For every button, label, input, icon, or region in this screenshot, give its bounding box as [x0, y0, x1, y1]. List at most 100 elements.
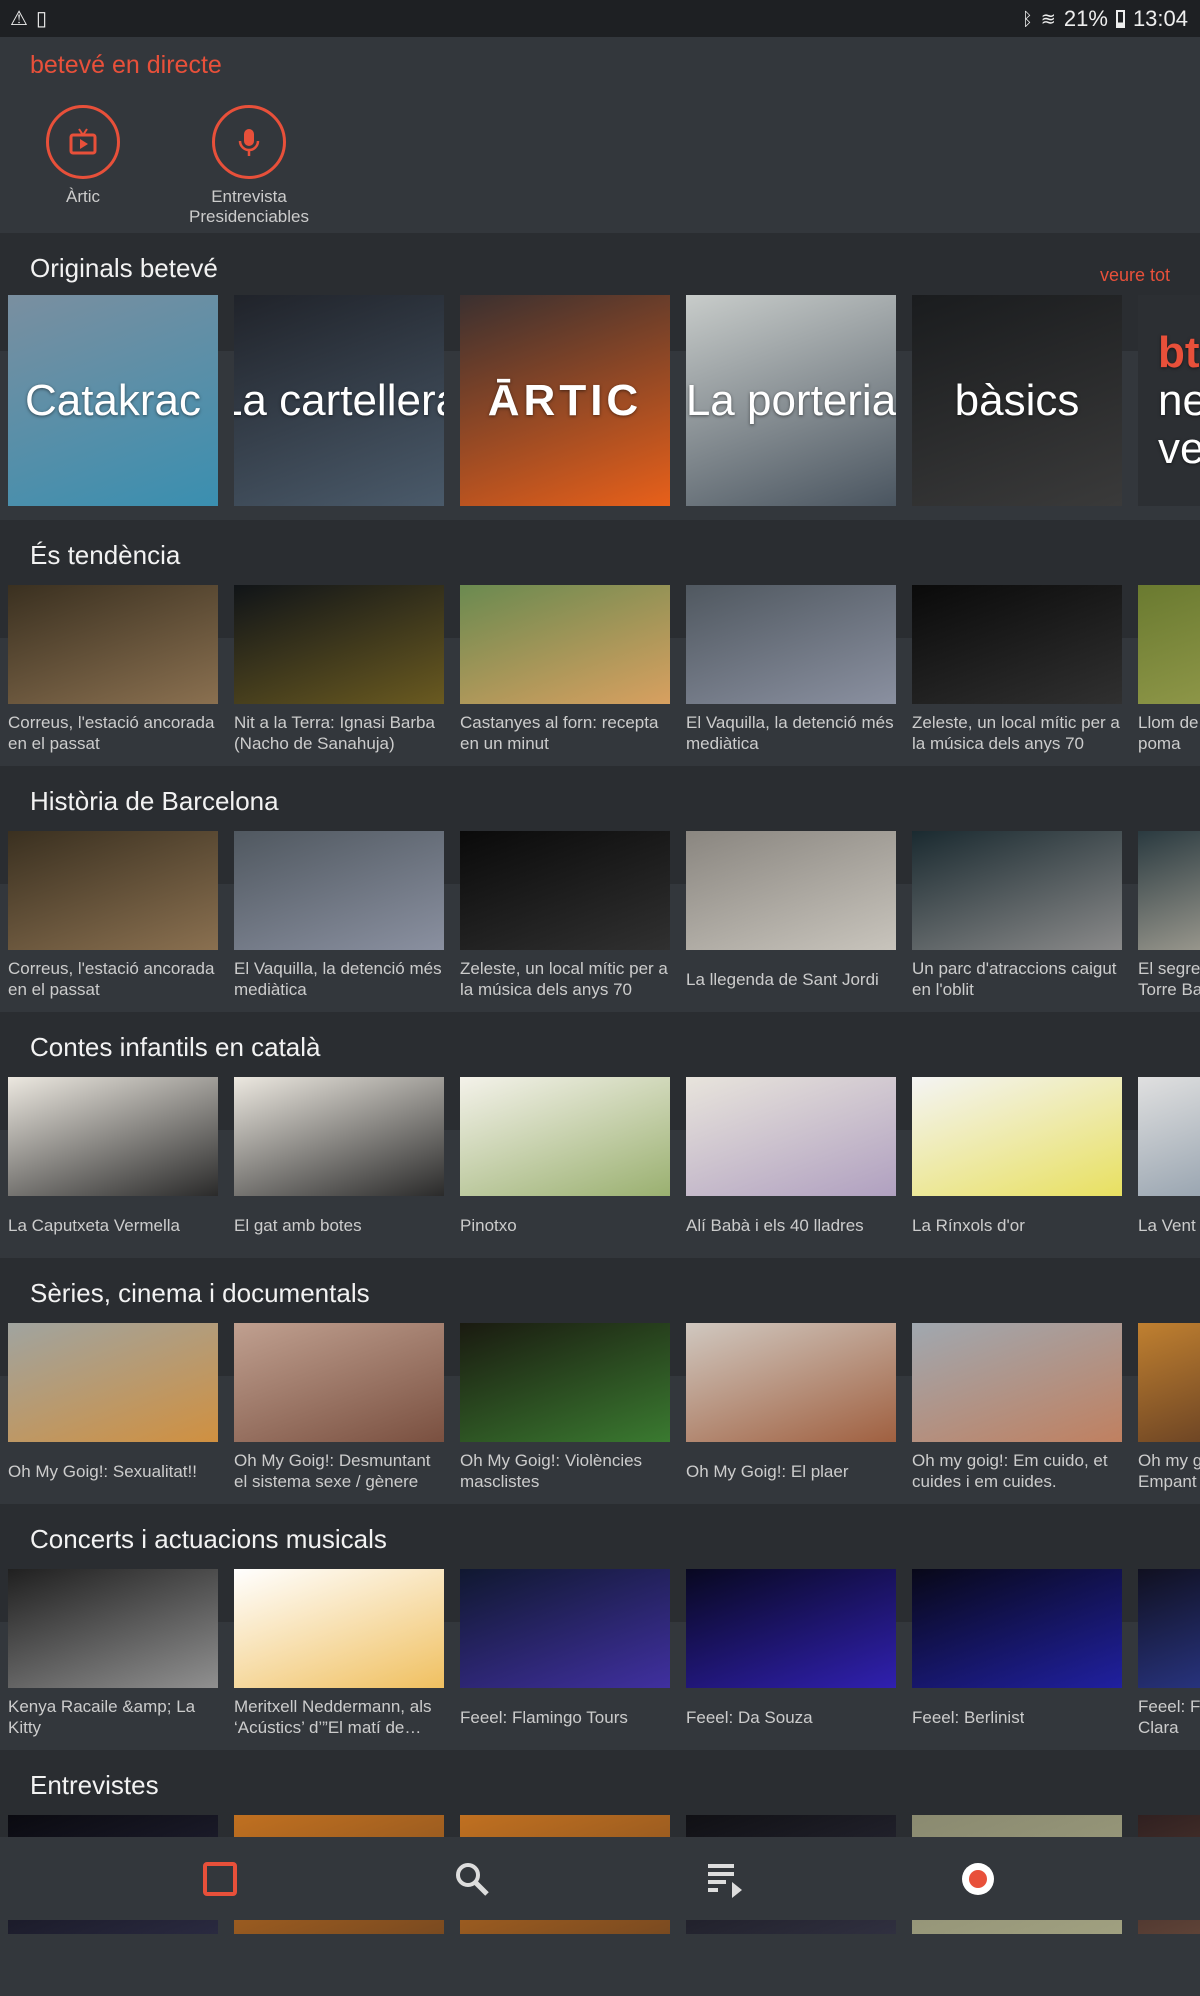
video-tile[interactable]: Correus, l'estació ancorada en el passat [8, 585, 218, 762]
thumbnail [686, 1569, 896, 1688]
original-tile[interactable]: Catakrac [8, 295, 218, 506]
tile-caption: Llom de poma [1138, 704, 1200, 762]
video-tile[interactable]: Pinotxo [460, 1077, 670, 1254]
tile-caption: Alí Babà i els 40 lladres [686, 1196, 896, 1254]
original-tile[interactable]: La porteria [686, 295, 896, 506]
video-tile[interactable]: Oh My Goig!: Desmuntant el sistema sexe … [234, 1323, 444, 1500]
video-tile[interactable]: El segre Torre Ba [1138, 831, 1200, 1008]
caption-text: Feeel: F Clara [1138, 1697, 1200, 1737]
video-tile[interactable]: Zeleste, un local mític per a la música … [912, 585, 1122, 762]
caption-text: Oh My Goig!: Violències masclistes [460, 1451, 643, 1491]
thumbnail [912, 1077, 1122, 1196]
section-title: Contes infantils en català [30, 1032, 321, 1062]
caption-text: Feeel: Flamingo Tours [460, 1707, 628, 1727]
video-tile[interactable]: Kenya Racaile &amp; La Kitty [8, 1569, 218, 1746]
caption-text: Oh My Goig!: El plaer [686, 1461, 849, 1481]
video-tile[interactable]: Feeel: F Clara [1138, 1569, 1200, 1746]
original-tile[interactable]: ĀRTIC [460, 295, 670, 506]
nav-playlist[interactable] [703, 1857, 747, 1901]
tile-caption: Oh my goig!: Em cuido, et cuides i em cu… [912, 1442, 1122, 1500]
content-section: Història de Barcelona Correus, l'estació … [0, 766, 1200, 1012]
video-tile[interactable]: Oh My Goig!: Violències masclistes [460, 1323, 670, 1500]
video-tile[interactable]: El Vaquilla, la detenció més mediàtica [234, 831, 444, 1008]
warning-icon: ⚠ [10, 8, 28, 30]
video-tile[interactable]: Feeel: Berlinist [912, 1569, 1122, 1746]
video-tile[interactable]: Castanyes al forn: recepta en un minut [460, 585, 670, 762]
video-tile[interactable]: Feeel: Da Souza [686, 1569, 896, 1746]
nav-search[interactable] [450, 1857, 494, 1901]
thumbnail [460, 1323, 670, 1442]
video-tile[interactable]: La Rínxols d'or [912, 1077, 1122, 1254]
original-tile[interactable]: bàsics [912, 295, 1122, 506]
caption-text: Un parc d'atraccions caigut en l'oblit [912, 959, 1117, 999]
caption-text: Oh my goig!: Em cuido, et cuides i em cu… [912, 1451, 1108, 1491]
tile-caption: Oh my g Empant [1138, 1442, 1200, 1500]
tile-caption: Kenya Racaile &amp; La Kitty [8, 1688, 218, 1746]
caption-text: Feeel: Berlinist [912, 1707, 1025, 1727]
video-tile[interactable]: La Caputxeta Vermella [8, 1077, 218, 1254]
nav-live[interactable] [956, 1857, 1000, 1901]
tile-caption [686, 1934, 896, 1992]
live-channel-artic[interactable]: Àrtic [0, 105, 166, 207]
thumbnail [460, 585, 670, 704]
home-icon [203, 1862, 237, 1896]
video-tile[interactable]: Zeleste, un local mític per a la música … [460, 831, 670, 1008]
tile-caption: Zeleste, un local mític per a la música … [460, 950, 670, 1008]
tile-caption [1138, 1934, 1200, 1992]
tile-caption: Correus, l'estació ancorada en el passat [8, 704, 218, 762]
microphone-icon [238, 129, 260, 156]
tile-caption: Correus, l'estació ancorada en el passat [8, 950, 218, 1008]
nav-home[interactable] [198, 1857, 242, 1901]
bottom-nav [0, 1837, 1200, 1920]
tile-caption: Nit a la Terra: Ignasi Barba (Nacho de S… [234, 704, 444, 762]
caption-text: Kenya Racaile &amp; La Kitty [8, 1697, 196, 1737]
original-tile[interactable]: La cartellera [234, 295, 444, 506]
video-tile[interactable]: La llegenda de Sant Jordi [686, 831, 896, 1008]
video-tile[interactable]: Un parc d'atraccions caigut en l'oblit [912, 831, 1122, 1008]
caption-text: Oh My Goig!: Desmuntant el sistema sexe … [234, 1451, 431, 1491]
tile-caption: La llegenda de Sant Jordi [686, 950, 896, 1008]
video-tile[interactable]: Oh My Goig!: El plaer [686, 1323, 896, 1500]
video-tile[interactable]: Meritxell Neddermann, als ‘Acústics’ d’”… [234, 1569, 444, 1746]
live-section: betevé en directe Àrtic Entrevista Presi… [0, 37, 1200, 233]
video-tile[interactable]: Alí Babà i els 40 lladres [686, 1077, 896, 1254]
content-section: És tendència Correus, l'estació ancorada … [0, 520, 1200, 766]
thumbnail-title-text: La cartellera [234, 375, 444, 425]
caption-text: Zeleste, un local mític per a la música … [460, 959, 668, 999]
video-tile[interactable]: Feeel: Flamingo Tours [460, 1569, 670, 1746]
tile-caption: Oh My Goig!: El plaer [686, 1442, 896, 1500]
thumbnail [8, 831, 218, 950]
thumbnail [1138, 1323, 1200, 1442]
video-tile[interactable]: Oh my g Empant [1138, 1323, 1200, 1500]
video-tile[interactable]: Oh my goig!: Em cuido, et cuides i em cu… [912, 1323, 1122, 1500]
video-tile[interactable]: Nit a la Terra: Ignasi Barba (Nacho de S… [234, 585, 444, 762]
live-channel-entrevista[interactable]: Entrevista Presidenciables [166, 105, 332, 227]
tile-caption: La Rínxols d'or [912, 1196, 1122, 1254]
caption-text: Correus, l'estació ancorada en el passat [8, 713, 215, 753]
video-tile[interactable]: Correus, l'estació ancorada en el passat [8, 831, 218, 1008]
section-title: Concerts i actuacions musicals [30, 1524, 387, 1554]
video-tile[interactable]: Oh My Goig!: Sexualitat!! [8, 1323, 218, 1500]
video-tile[interactable]: El gat amb botes [234, 1077, 444, 1254]
phone-settings-icon: ▯ [35, 8, 47, 30]
original-tile[interactable]: bt ne ve [1138, 295, 1200, 506]
caption-text: La Vent [1138, 1215, 1196, 1235]
live-title: betevé en directe [30, 51, 222, 79]
caption-text: El gat amb botes [234, 1215, 362, 1235]
thumbnail [8, 1323, 218, 1442]
thumbnail: ĀRTIC [460, 295, 670, 506]
caption-text: Alí Babà i els 40 lladres [686, 1215, 864, 1235]
caption-text: El Vaquilla, la detenció més mediàtica [234, 959, 442, 999]
thumbnail [686, 585, 896, 704]
video-tile[interactable]: El Vaquilla, la detenció més mediàtica [686, 585, 896, 762]
see-all-link[interactable]: veure tot [1100, 265, 1170, 286]
tile-caption: La Caputxeta Vermella [8, 1196, 218, 1254]
tile-caption: Oh My Goig!: Desmuntant el sistema sexe … [234, 1442, 444, 1500]
video-tile[interactable]: La Vent [1138, 1077, 1200, 1254]
tile-caption: Feeel: Flamingo Tours [460, 1688, 670, 1746]
thumbnail-title-text: bt ne ve [1158, 327, 1200, 473]
thumbnail [234, 1077, 444, 1196]
thumbnail [460, 1569, 670, 1688]
thumbnail [686, 831, 896, 950]
video-tile[interactable]: Llom de poma [1138, 585, 1200, 762]
